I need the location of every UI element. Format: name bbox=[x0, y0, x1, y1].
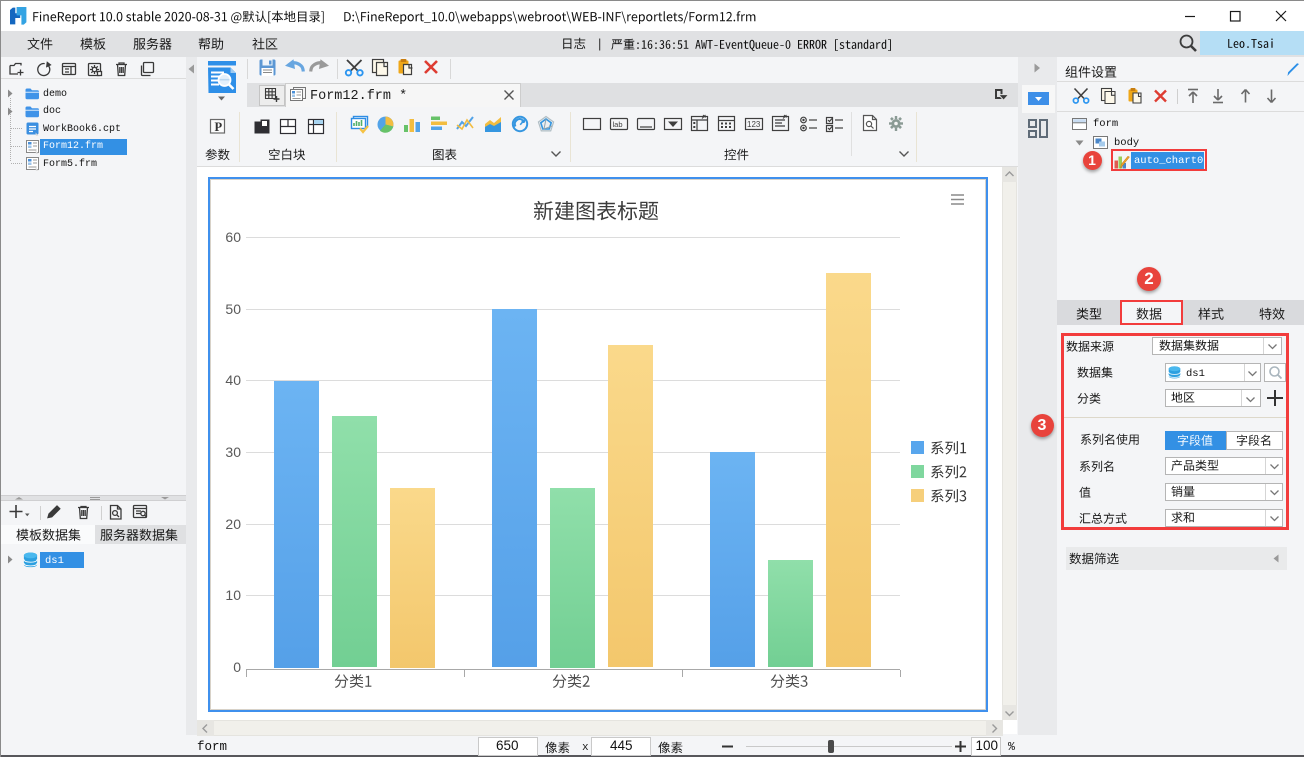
svg-text:123: 123 bbox=[747, 120, 761, 129]
svg-text:lab: lab bbox=[613, 120, 623, 129]
